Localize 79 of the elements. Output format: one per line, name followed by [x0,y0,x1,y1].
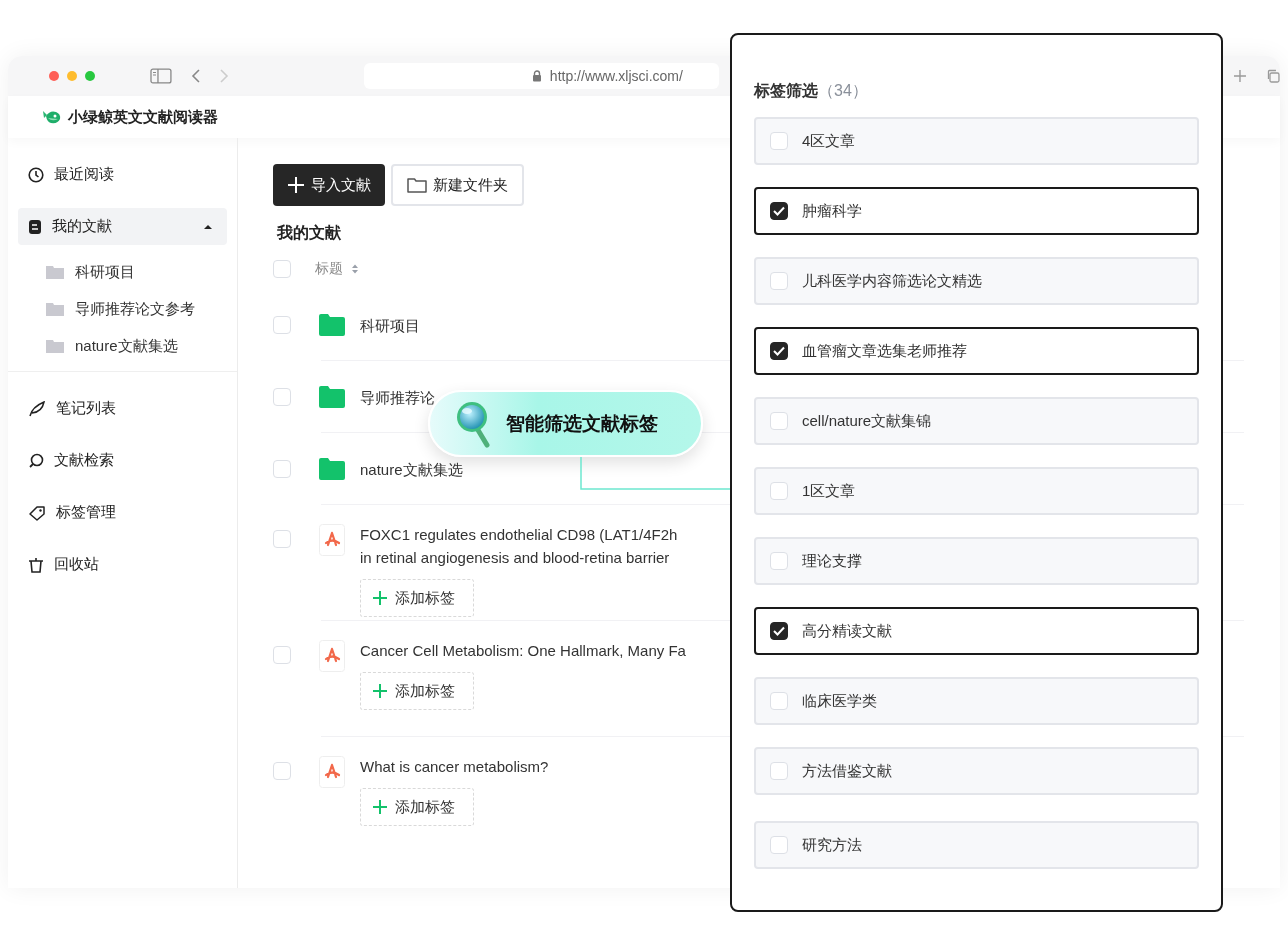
new-folder-button[interactable]: 新建文件夹 [391,164,524,206]
sidebar-item[interactable]: 我的文献 [18,208,227,245]
import-button[interactable]: 导入文献 [273,164,385,206]
new-tab-icon[interactable] [1233,69,1248,83]
search-icon [28,452,44,469]
plus-icon [373,591,387,605]
app-title: 小绿鲸英文文献阅读器 [68,107,218,127]
folder-icon [407,177,427,193]
pdf-file-icon [319,640,345,672]
tag-checkbox[interactable] [770,202,788,220]
tag-option[interactable]: 理论支撑 [754,537,1199,585]
tag-option[interactable]: 4区文章 [754,117,1199,165]
tag-option[interactable]: 血管瘤文章选集老师推荐 [754,327,1199,375]
folder-name[interactable]: nature文献集选 [360,457,463,481]
folder-icon [46,302,64,316]
pdf-file-icon [319,524,345,556]
document-title[interactable]: Cancer Cell Metabolism: One Hallmark, Many Fa [360,639,686,662]
maximize-button[interactable] [85,71,95,81]
whale-logo-icon [42,109,62,125]
feather-icon [28,400,46,417]
select-all-checkbox[interactable] [273,260,291,278]
minimize-button[interactable] [67,71,77,81]
panel-title: 标签筛选 [754,80,818,101]
plus-icon [287,176,305,194]
tag-option[interactable]: 1区文章 [754,467,1199,515]
folder-icon [319,386,345,408]
folder-icon [319,314,345,336]
column-header[interactable]: 标题 [315,260,343,278]
address-bar[interactable]: http://www.xljsci.com/ [363,63,720,89]
tag-option[interactable]: 方法借鉴文献 [754,747,1199,795]
clock-icon [28,166,44,183]
folder-name[interactable]: 科研项目 [360,313,420,337]
folder-item[interactable]: 导师推荐论文参考 [18,297,227,321]
row-checkbox[interactable] [273,460,291,478]
sidebar-item[interactable]: 最近阅读 [18,156,227,193]
document-icon [28,218,42,235]
sidebar-item[interactable]: 标签管理 [18,494,227,531]
row-checkbox[interactable] [273,388,291,406]
tag-option[interactable]: 临床医学类 [754,677,1199,725]
document-title[interactable]: What is cancer metabolism? [360,755,549,778]
folder-item[interactable]: 科研项目 [18,260,227,284]
sidebar-item[interactable]: 回收站 [18,546,227,583]
back-icon[interactable] [190,68,201,84]
add-tag-button[interactable]: 添加标签 [360,672,474,710]
tag-option[interactable]: cell/nature文献集锦 [754,397,1199,445]
sidebar-toggle-icon[interactable] [150,68,172,84]
tag-checkbox[interactable] [770,622,788,640]
row-checkbox[interactable] [273,762,291,780]
add-tag-button[interactable]: 添加标签 [360,788,474,826]
folder-icon [319,458,345,480]
tag-count: （34） [818,80,868,101]
folder-icon [46,265,64,279]
row-checkbox[interactable] [273,316,291,334]
pdf-file-icon [319,756,345,788]
lock-icon [531,70,542,82]
plus-icon [373,684,387,698]
tag-option[interactable]: 高分精读文献 [754,607,1199,655]
tabs-overview-icon[interactable] [1266,69,1281,83]
tag-option[interactable]: 儿科医学内容筛选论文精选 [754,257,1199,305]
sort-icon[interactable] [351,263,359,275]
close-button[interactable] [49,71,59,81]
tag-option[interactable]: 肿瘤科学 [754,187,1199,235]
folder-icon [46,339,64,353]
tag-icon [28,504,46,521]
sidebar-item[interactable]: 文献检索 [18,442,227,479]
add-tag-button[interactable]: 添加标签 [360,579,474,617]
sidebar-item[interactable]: 笔记列表 [18,390,227,427]
url-text: http://www.xljsci.com/ [549,68,683,84]
row-checkbox[interactable] [273,646,291,664]
tag-checkbox[interactable] [770,342,788,360]
forward-icon[interactable] [218,68,229,84]
tag-option[interactable]: 研究方法 [754,821,1199,869]
document-title[interactable]: FOXC1 regulates endothelial CD98 (LAT1/4F2h in retinal angiogenesis and blood-retina barrier [360,523,678,569]
section-title: 我的文献 [277,223,342,243]
row-checkbox[interactable] [273,530,291,548]
folder-item[interactable]: nature文献集选 [18,334,227,358]
trash-icon [28,556,44,573]
plus-icon [373,800,387,814]
caret-icon[interactable] [203,222,213,231]
